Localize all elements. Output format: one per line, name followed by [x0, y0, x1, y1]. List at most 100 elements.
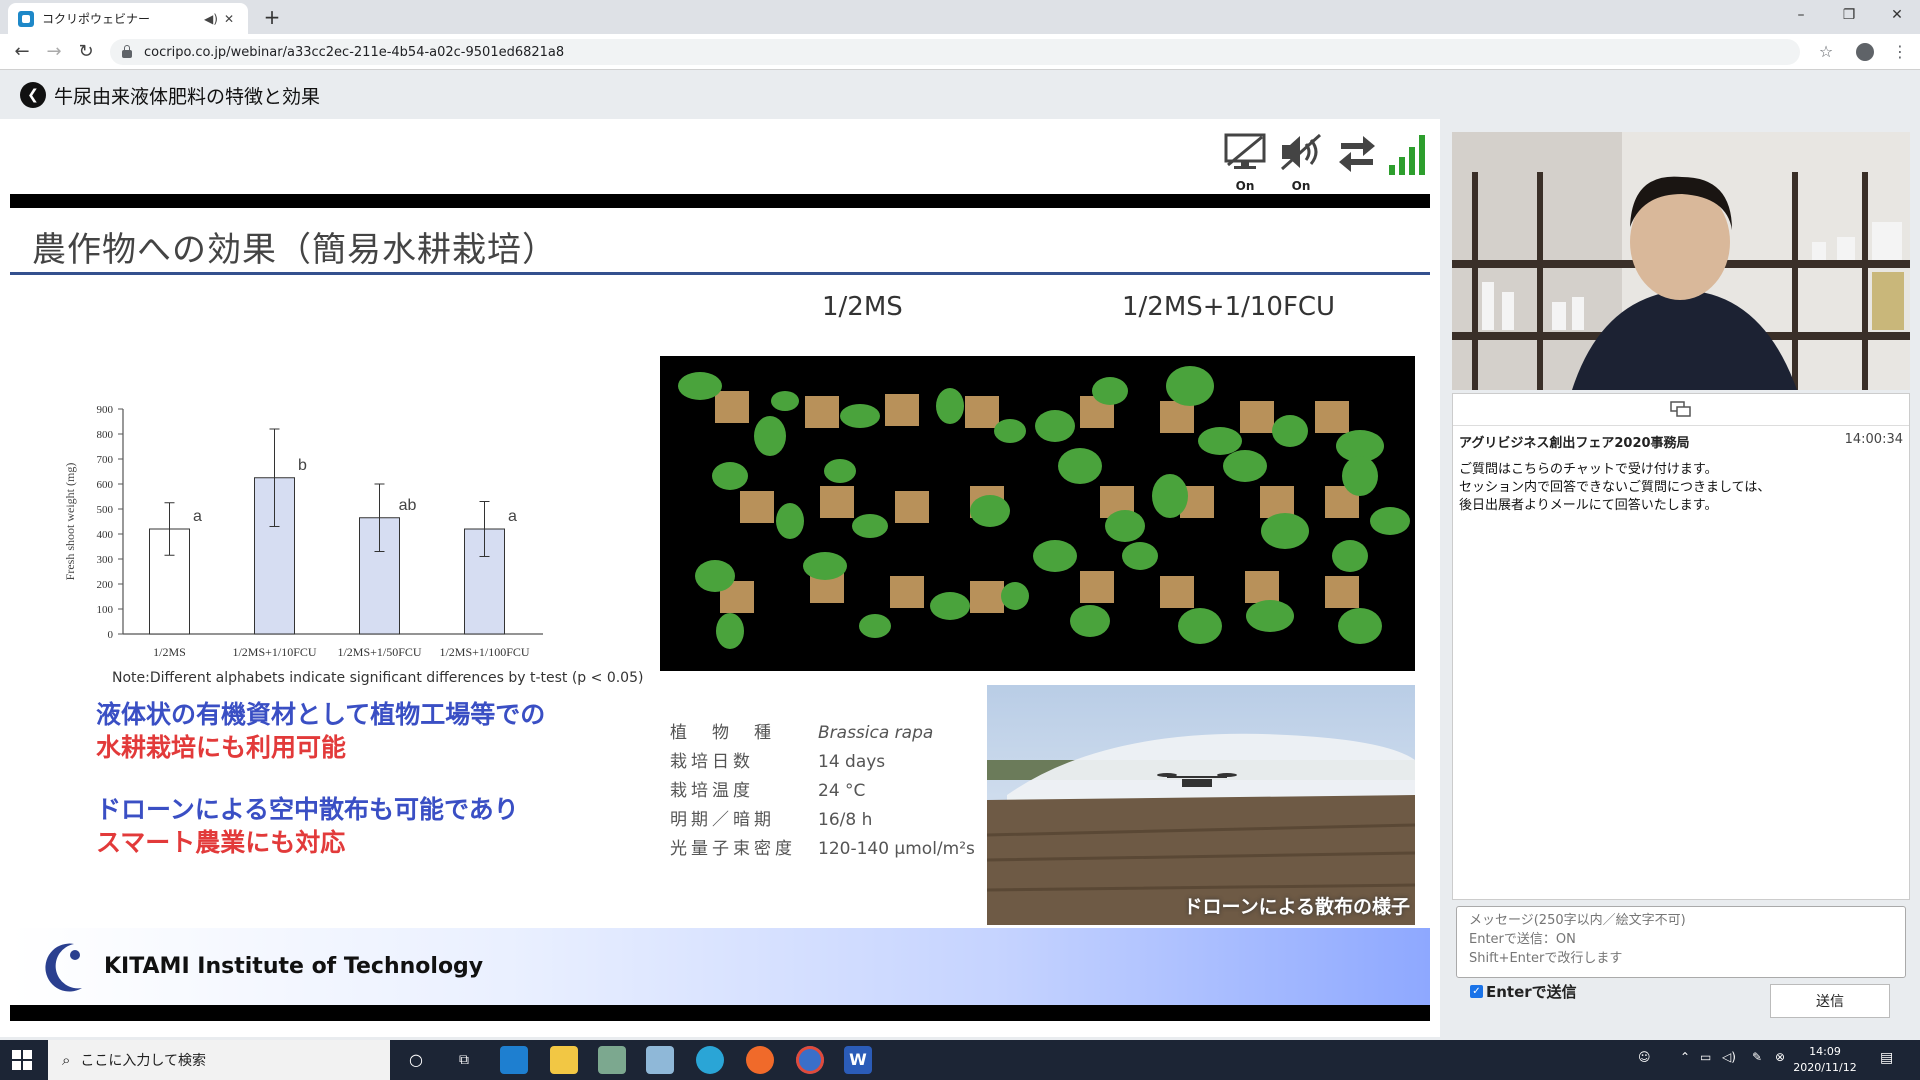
menu-kebab-icon[interactable]: ⋮ — [1890, 42, 1910, 62]
forward-arrow-icon[interactable]: → — [42, 40, 66, 64]
page-header: ❮ 牛尿由来液体肥料の特徴と効果 — [0, 71, 1920, 119]
ime-icon[interactable]: ⊗ — [1775, 1050, 1785, 1064]
minimize-button[interactable]: – — [1778, 0, 1824, 30]
app-icon[interactable] — [598, 1046, 626, 1074]
site-favicon-icon — [18, 10, 34, 27]
message2-line2: スマート農業にも対応 — [96, 828, 346, 857]
sound-toggle[interactable]: On — [1278, 131, 1324, 193]
profile-avatar-icon[interactable] — [1856, 43, 1874, 61]
chat-text: ご質問はこちらのチャットで受け付けます。 セッション内で回答できないご質問につき… — [1459, 461, 1903, 515]
speaker-icon[interactable]: ◀) — [202, 12, 220, 26]
restore-button[interactable]: ❐ — [1826, 0, 1872, 30]
tab-title: コクリポウェビナー — [42, 12, 151, 26]
checkbox-checked-icon[interactable]: ✓ — [1470, 985, 1483, 998]
url-text: cocripo.co.jp/webinar/a33cc2ec-211e-4b54… — [144, 44, 565, 60]
spec-row: 明期／暗期 16/8 h — [670, 805, 872, 830]
firefox-icon[interactable] — [746, 1046, 774, 1074]
chat-header — [1453, 394, 1909, 426]
monitor-off-icon — [1224, 133, 1266, 169]
significance-letter: a — [193, 508, 202, 525]
tab-strip: コクリポウェビナー ◀) ✕ + – ❐ ✕ — [0, 0, 1920, 34]
chat-message: アグリビジネス創出フェア2020事務局 14:00:34 ご質問はこちらのチャッ… — [1453, 426, 1909, 521]
url-field[interactable]: cocripo.co.jp/webinar/a33cc2ec-211e-4b54… — [110, 39, 1800, 65]
kitami-logo-icon — [45, 943, 82, 992]
bookmark-star-icon[interactable]: ☆ — [1816, 42, 1836, 62]
enter-to-send-label: Enterで送信 — [1486, 983, 1577, 1001]
people-icon[interactable]: ☺ — [1638, 1050, 1651, 1064]
edge-legacy-icon[interactable] — [500, 1046, 528, 1074]
spec-row: 栽培日数 14 days — [670, 747, 885, 772]
significance-letter: b — [298, 457, 307, 474]
chat-message-input[interactable] — [1456, 906, 1906, 978]
y-tick-label: 300 — [97, 554, 114, 566]
message1-line2: 水耕栽培にも利用可能 — [96, 733, 347, 762]
back-chevron-icon[interactable]: ❮ — [20, 82, 46, 108]
chat-bubbles-icon — [1670, 400, 1691, 417]
sound-state-label: On — [1291, 179, 1311, 193]
new-tab-button[interactable]: + — [258, 5, 286, 29]
connection-quality — [1386, 131, 1432, 181]
y-tick-label: 700 — [97, 454, 114, 466]
slide-title: 農作物への効果（簡易水耕栽培） — [32, 230, 557, 270]
y-tick-label: 100 — [97, 604, 114, 616]
y-tick-label: 500 — [97, 504, 114, 516]
spec-key: 光量子束密度 — [670, 839, 796, 859]
chrome-icon[interactable] — [796, 1046, 824, 1074]
file-explorer-icon[interactable] — [550, 1046, 578, 1074]
enter-to-send-toggle[interactable]: ✓ Enterで送信 — [1470, 981, 1577, 1002]
spec-row: 光量子束密度 120-140 µmol/m²s — [670, 834, 975, 859]
significance-letter: a — [508, 508, 517, 525]
volume-icon[interactable]: ◁) — [1722, 1050, 1736, 1064]
chat-sender: アグリビジネス創出フェア2020事務局 — [1459, 436, 1690, 451]
spec-row: 栽培温度 24 °C — [670, 776, 865, 801]
reload-icon[interactable]: ↻ — [74, 40, 98, 64]
y-axis-label: Fresh shoot weight (mg) — [63, 463, 77, 581]
windows-start-icon[interactable] — [12, 1050, 32, 1070]
speaker-video — [1452, 132, 1910, 390]
page-title: 牛尿由来液体肥料の特徴と効果 — [54, 85, 321, 108]
network-icon[interactable]: ▭ — [1700, 1050, 1711, 1064]
close-window-button[interactable]: ✕ — [1874, 0, 1920, 30]
slide-footer: KITAMI Institute of Technology — [10, 928, 1430, 1005]
y-tick-label: 0 — [108, 629, 114, 641]
webinar-stage: On On 農作物への効果（簡易水耕栽培） 0 100 200 300 400 500 60… — [0, 119, 1440, 1037]
notepad-icon[interactable] — [646, 1046, 674, 1074]
y-tick-label: 800 — [97, 429, 114, 441]
sync-arrows-icon — [1339, 136, 1375, 172]
notification-icon[interactable]: ▤ — [1880, 1050, 1893, 1066]
spec-value: 24 °C — [818, 781, 866, 801]
shared-slide: 農作物への効果（簡易水耕栽培） 0 100 200 300 400 500 600 700 80… — [10, 194, 1430, 1021]
spec-row: 植 物 種 Brassica rapa — [670, 718, 933, 743]
slide-content: 農作物への効果（簡易水耕栽培） 0 100 200 300 400 500 600 700 80… — [10, 208, 1430, 1005]
spec-key: 栽培温度 — [670, 781, 754, 801]
pen-icon[interactable]: ✎ — [1752, 1050, 1762, 1064]
tray-chevron-icon[interactable]: ⌃ — [1680, 1050, 1690, 1064]
bar-chart: 0 100 200 300 400 500 600 700 800 900 Fresh shoot … — [63, 404, 543, 659]
y-tick-label: 600 — [97, 479, 114, 491]
taskbar-clock[interactable]: 14:09 2020/11/12 — [1790, 1044, 1860, 1076]
chat-panel: アグリビジネス創出フェア2020事務局 14:00:34 ご質問はこちらのチャッ… — [1452, 393, 1910, 900]
speaker-mute-icon — [1280, 133, 1322, 171]
x-category-label: 1/2MS+1/10FCU — [232, 645, 316, 659]
close-tab-icon[interactable]: ✕ — [220, 12, 238, 26]
browser-tab[interactable]: コクリポウェビナー ◀) ✕ — [8, 3, 248, 34]
refresh-button[interactable] — [1334, 131, 1380, 181]
chat-line: ご質問はこちらのチャットで受け付けます。 — [1459, 462, 1718, 477]
screen-state-label: On — [1235, 179, 1255, 193]
spec-key: 植 物 種 — [670, 723, 775, 743]
plant-label-left: 1/2MS — [822, 292, 903, 322]
back-arrow-icon[interactable]: ← — [10, 40, 34, 64]
task-view-icon[interactable]: ⧉ — [450, 1046, 478, 1074]
y-tick-label: 400 — [97, 529, 114, 541]
word-icon[interactable]: W — [844, 1046, 872, 1074]
spec-key: 明期／暗期 — [670, 810, 775, 830]
cortana-icon[interactable]: ○ — [402, 1046, 430, 1074]
edge-icon[interactable] — [696, 1046, 724, 1074]
screen-toggle[interactable]: On — [1222, 131, 1268, 193]
title-underline — [10, 272, 1430, 275]
taskbar-search[interactable]: ⌕ ここに入力して検索 — [48, 1040, 390, 1080]
drone-caption: ドローンによる散布の様子 — [1183, 896, 1410, 918]
drone-photo — [987, 685, 1415, 925]
significance-letter: ab — [399, 497, 417, 514]
send-button[interactable]: 送信 — [1770, 984, 1890, 1018]
